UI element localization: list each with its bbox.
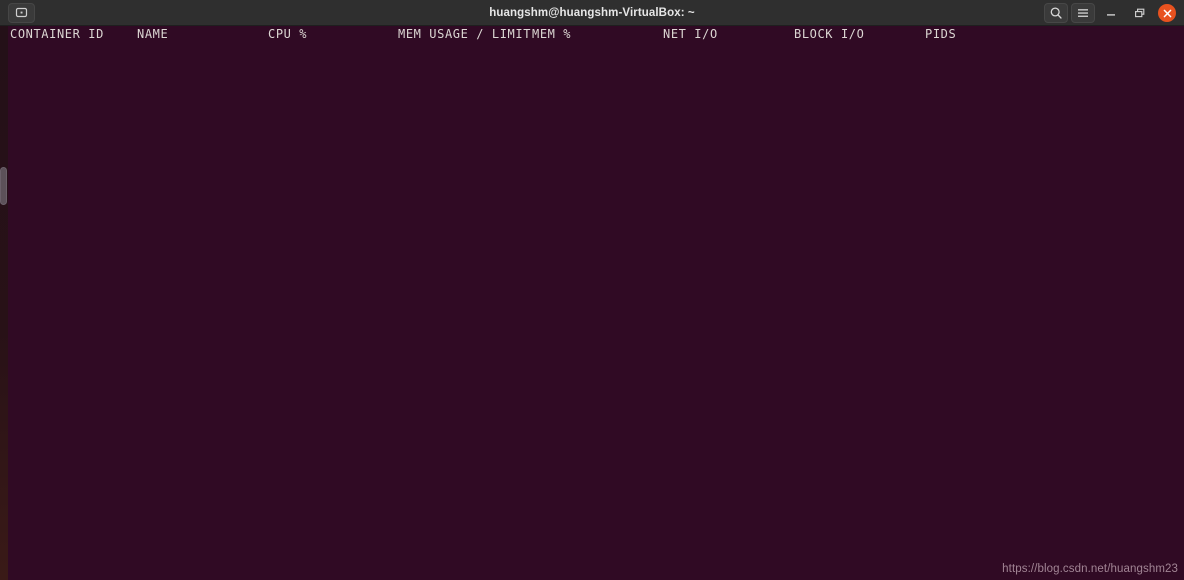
close-button[interactable] <box>1158 4 1176 22</box>
column-header-cpu-percent: CPU % <box>268 27 308 41</box>
minimize-button[interactable] <box>1098 2 1124 24</box>
column-header-block-io: BLOCK I/O <box>794 27 865 41</box>
hamburger-menu-icon <box>1078 9 1088 17</box>
docker-stats-header-row: CONTAINER ID NAME CPU % MEM USAGE / LIMI… <box>8 26 956 43</box>
restore-window-icon <box>1135 8 1145 18</box>
window-titlebar: huangshm@huangshm-VirtualBox: ~ <box>0 0 1184 26</box>
minimize-icon <box>1107 14 1115 16</box>
terminal-scrollbar-thumb[interactable] <box>0 167 7 205</box>
terminal-output: CONTAINER ID NAME CPU % MEM USAGE / LIMI… <box>8 26 1184 580</box>
close-icon <box>1163 9 1171 17</box>
maximize-button[interactable] <box>1127 2 1153 24</box>
window-title: huangshm@huangshm-VirtualBox: ~ <box>489 6 695 19</box>
terminal-body[interactable]: CONTAINER ID NAME CPU % MEM USAGE / LIMI… <box>0 26 1184 580</box>
column-header-net-io: NET I/O <box>663 27 718 41</box>
titlebar-left-controls <box>0 2 39 23</box>
search-button[interactable] <box>1044 3 1068 23</box>
menu-button[interactable] <box>1071 3 1095 23</box>
column-header-mem-percent: MEM % <box>532 27 572 41</box>
terminal-window: huangshm@huangshm-VirtualBox: ~ CONTAINE… <box>0 0 1184 580</box>
search-icon <box>1050 7 1062 19</box>
terminal-scrollbar-track[interactable] <box>0 26 8 580</box>
column-header-name: NAME <box>137 27 169 41</box>
column-header-container-id: CONTAINER ID <box>10 27 104 41</box>
terminal-tab-icon <box>15 7 28 18</box>
column-header-pids: PIDS <box>925 27 957 41</box>
column-header-mem-usage-limit: MEM USAGE / LIMIT <box>398 27 532 41</box>
terminal-tab-icon-button[interactable] <box>8 2 35 23</box>
watermark-text: https://blog.csdn.net/huangshm23 <box>1002 563 1178 575</box>
titlebar-right-controls <box>1044 0 1178 26</box>
